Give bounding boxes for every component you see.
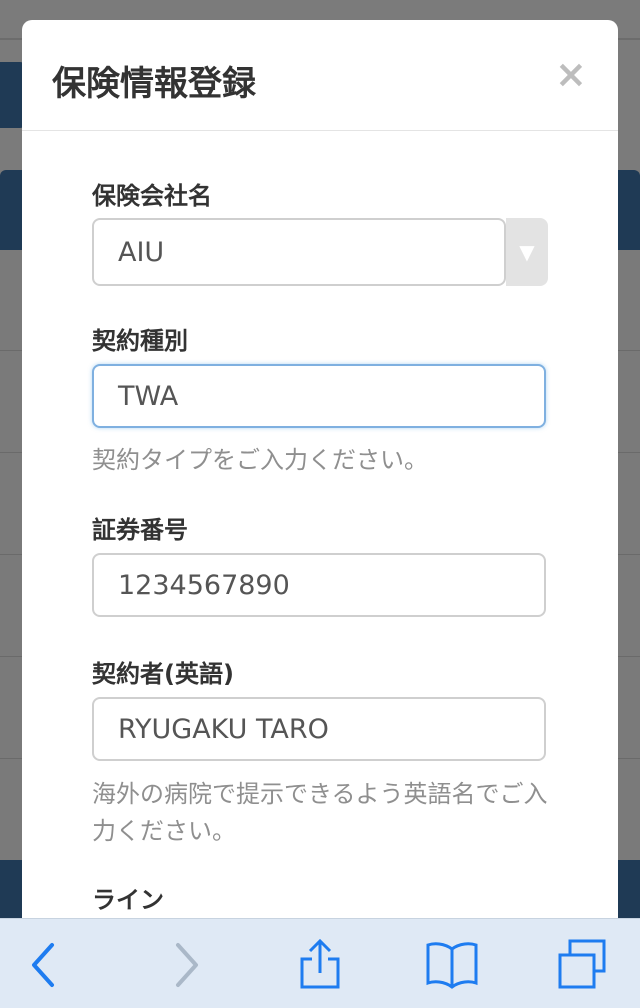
tabs-icon[interactable] bbox=[552, 937, 612, 993]
policyholder-english-label: 契約者(英語) bbox=[92, 660, 234, 688]
modal-title: 保険情報登録 bbox=[52, 64, 256, 104]
bg-row-divider bbox=[0, 350, 24, 351]
bg-row-divider bbox=[0, 758, 24, 759]
contract-type-label: 契約種別 bbox=[92, 327, 188, 355]
bg-panel-header bbox=[0, 170, 24, 250]
chevron-down-icon[interactable]: ▼ bbox=[506, 218, 548, 286]
forward-chevron-icon[interactable] bbox=[156, 937, 216, 993]
bg-footer-button bbox=[616, 860, 640, 920]
policyholder-english-input[interactable]: RYUGAKU TARO bbox=[92, 697, 546, 761]
back-chevron-icon[interactable] bbox=[14, 937, 74, 993]
insurance-registration-modal: 保険情報登録 × 保険会社名 AIU ▼ 契約種別 TWA 契約タイプをご入力く… bbox=[22, 20, 618, 950]
insurance-company-label: 保険会社名 bbox=[92, 182, 212, 210]
close-icon[interactable]: × bbox=[555, 52, 587, 96]
line-label: ライン bbox=[92, 886, 164, 914]
share-icon[interactable] bbox=[290, 937, 350, 993]
bg-row-divider bbox=[616, 758, 640, 759]
bg-row-divider bbox=[0, 656, 24, 657]
bg-row-divider bbox=[0, 452, 24, 453]
bg-row-divider bbox=[616, 350, 640, 351]
bg-row-divider bbox=[616, 656, 640, 657]
contract-type-help: 契約タイプをご入力ください。 bbox=[92, 446, 428, 474]
bg-row-divider bbox=[616, 452, 640, 453]
bg-row-divider bbox=[616, 554, 640, 555]
insurance-company-select[interactable]: AIU ▼ bbox=[92, 218, 548, 286]
contract-type-input[interactable]: TWA bbox=[92, 364, 546, 428]
insurance-company-value[interactable]: AIU bbox=[92, 218, 506, 286]
bookmarks-book-icon[interactable] bbox=[422, 937, 482, 993]
bg-footer-button bbox=[0, 860, 24, 920]
modal-header: 保険情報登録 × bbox=[22, 20, 618, 131]
bg-row-divider bbox=[0, 554, 24, 555]
bg-panel-header bbox=[616, 170, 640, 250]
policy-number-input[interactable]: 1234567890 bbox=[92, 553, 546, 617]
browser-toolbar bbox=[0, 918, 640, 1008]
policyholder-english-help: 海外の病院で提示できるよう英語名でご入力ください。 bbox=[92, 780, 548, 845]
policy-number-label: 証券番号 bbox=[92, 516, 188, 544]
